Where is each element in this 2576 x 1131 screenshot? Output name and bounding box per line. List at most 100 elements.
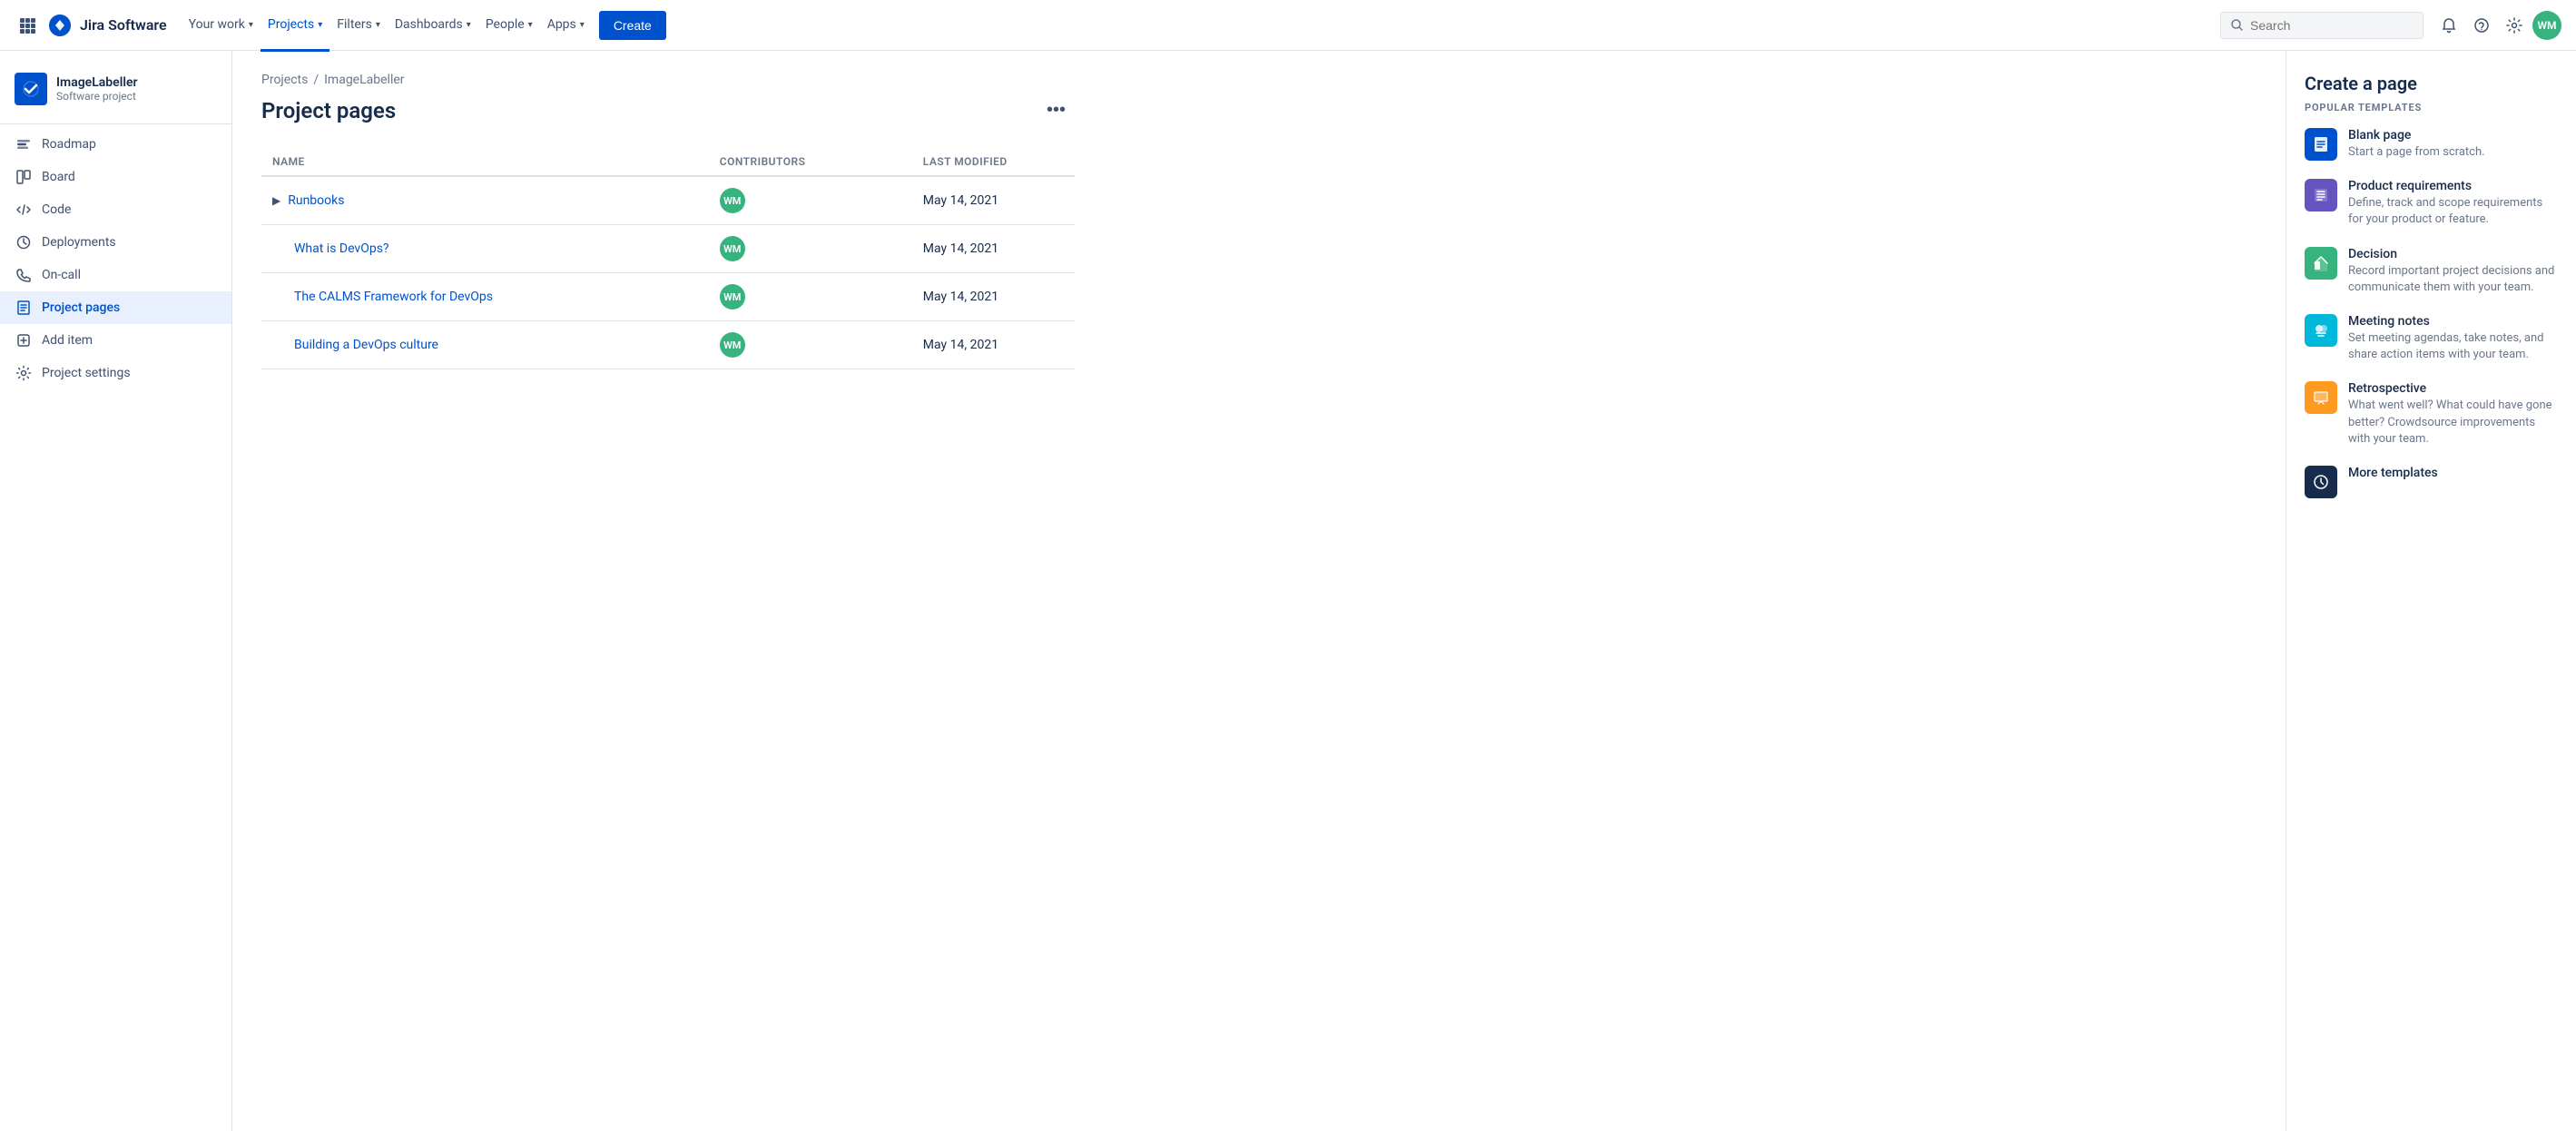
template-icon	[2305, 247, 2337, 280]
settings-icon	[15, 364, 33, 382]
deployments-icon	[15, 233, 33, 251]
roadmap-icon	[15, 135, 33, 153]
last-modified-cell: May 14, 2021	[912, 273, 1075, 321]
template-desc: Start a page from scratch.	[2348, 144, 2485, 161]
help-button[interactable]	[2467, 11, 2496, 40]
template-icon	[2305, 466, 2337, 498]
question-icon	[2473, 17, 2490, 34]
contributor-cell: WM	[709, 321, 912, 369]
panel-title: Create a page	[2305, 73, 2558, 94]
template-item-meeting-notes[interactable]: Meeting notes Set meeting agendas, take …	[2305, 314, 2558, 363]
logo[interactable]: Jira Software	[47, 13, 167, 38]
sidebar-item-roadmap[interactable]: Roadmap	[0, 128, 231, 161]
user-avatar[interactable]: WM	[2532, 11, 2561, 40]
template-icon	[2305, 314, 2337, 347]
top-navigation: Jira Software Your work▾Projects▾Filters…	[0, 0, 2576, 51]
template-name: Blank page	[2348, 128, 2485, 143]
sidebar-item-on-call[interactable]: On-call	[0, 259, 231, 291]
add-icon	[15, 331, 33, 349]
grid-icon[interactable]	[15, 13, 40, 38]
sidebar-project-info: ImageLabeller Software project	[0, 65, 231, 120]
sidebar-item-label: On-call	[42, 268, 81, 282]
topnav-item-your-work[interactable]: Your work▾	[182, 1, 261, 52]
notifications-button[interactable]	[2434, 11, 2463, 40]
code-icon	[15, 201, 33, 219]
sidebar-item-board[interactable]: Board	[0, 161, 231, 193]
search-icon	[2230, 18, 2245, 33]
contributor-cell: WM	[709, 225, 912, 273]
contributor-cell: WM	[709, 176, 912, 225]
search-input[interactable]	[2250, 18, 2414, 33]
templates-list: Blank page Start a page from scratch. Pr…	[2305, 128, 2558, 498]
expand-icon[interactable]: ▶	[272, 194, 280, 207]
template-item-blank-page[interactable]: Blank page Start a page from scratch.	[2305, 128, 2558, 161]
topnav-item-filters[interactable]: Filters▾	[329, 1, 388, 52]
last-modified-cell: May 14, 2021	[912, 176, 1075, 225]
breadcrumb-imagelabeller[interactable]: ImageLabeller	[324, 73, 404, 87]
pages-icon	[15, 299, 33, 317]
sidebar-item-project-pages[interactable]: Project pages	[0, 291, 231, 324]
table-row: What is DevOps? WM May 14, 2021	[261, 225, 1075, 273]
panel-subtitle: Popular Templates	[2305, 102, 2558, 113]
page-name-cell: Building a DevOps culture	[261, 321, 709, 369]
search-box[interactable]	[2220, 12, 2424, 39]
project-type: Software project	[56, 90, 138, 103]
more-options-button[interactable]: •••	[1037, 94, 1075, 126]
template-name: Product requirements	[2348, 179, 2558, 193]
topnav-item-projects[interactable]: Projects▾	[261, 1, 329, 52]
template-name: More templates	[2348, 466, 2438, 480]
template-desc: What went well? What could have gone bet…	[2348, 398, 2558, 447]
chevron-down-icon: ▾	[318, 20, 322, 30]
col-name: Name	[261, 148, 709, 176]
template-info: More templates	[2348, 466, 2438, 498]
template-item-more-templates[interactable]: More templates	[2305, 466, 2558, 498]
table-row: Building a DevOps culture WM May 14, 202…	[261, 321, 1075, 369]
right-panel: Create a page Popular Templates Blank pa…	[2286, 51, 2576, 1131]
topnav-actions: WM	[2434, 11, 2561, 40]
chevron-down-icon: ▾	[528, 20, 533, 30]
col-contributors: Contributors	[709, 148, 912, 176]
avatar: WM	[720, 236, 745, 261]
chevron-down-icon: ▾	[467, 20, 471, 30]
col-last-modified: Last modified	[912, 148, 1075, 176]
template-info: Decision Record important project decisi…	[2348, 247, 2558, 296]
topnav-item-apps[interactable]: Apps▾	[540, 1, 592, 52]
create-button[interactable]: Create	[599, 11, 666, 40]
breadcrumb-projects[interactable]: Projects	[261, 73, 308, 87]
sidebar-item-code[interactable]: Code	[0, 193, 231, 226]
page-name-cell: The CALMS Framework for DevOps	[261, 273, 709, 321]
breadcrumb: Projects / ImageLabeller	[261, 73, 1075, 87]
page-link[interactable]: Building a DevOps culture	[294, 338, 438, 352]
board-icon	[15, 168, 33, 186]
template-item-retrospective[interactable]: Retrospective What went well? What could…	[2305, 381, 2558, 447]
sidebar-item-project-settings[interactable]: Project settings	[0, 357, 231, 389]
template-desc: Define, track and scope requirements for…	[2348, 195, 2558, 228]
template-item-product-requirements[interactable]: Product requirements Define, track and s…	[2305, 179, 2558, 228]
settings-button[interactable]	[2500, 11, 2529, 40]
page-link[interactable]: The CALMS Framework for DevOps	[294, 290, 493, 304]
sidebar-item-label: Board	[42, 170, 75, 184]
last-modified-cell: May 14, 2021	[912, 321, 1075, 369]
topnav-item-dashboards[interactable]: Dashboards▾	[388, 1, 478, 52]
sidebar-item-label: Project pages	[42, 300, 120, 315]
sidebar-item-deployments[interactable]: Deployments	[0, 226, 231, 259]
page-name-cell: What is DevOps?	[261, 225, 709, 273]
chevron-down-icon: ▾	[249, 20, 253, 30]
topnav-item-people[interactable]: People▾	[478, 1, 540, 52]
sidebar-divider	[0, 123, 231, 124]
page-link[interactable]: What is DevOps?	[294, 241, 389, 256]
main-layout: ImageLabeller Software project Roadmap B…	[0, 51, 2576, 1131]
sidebar-item-add-item[interactable]: Add item	[0, 324, 231, 357]
logo-text: Jira Software	[80, 16, 167, 34]
page-link[interactable]: Runbooks	[288, 193, 344, 208]
sidebar-item-label: Roadmap	[42, 137, 96, 152]
sidebar-nav: Roadmap Board Code Deployments On-call P…	[0, 128, 231, 389]
avatar: WM	[720, 188, 745, 213]
template-info: Meeting notes Set meeting agendas, take …	[2348, 314, 2558, 363]
chevron-down-icon: ▾	[580, 20, 585, 30]
template-item-decision[interactable]: Decision Record important project decisi…	[2305, 247, 2558, 296]
template-icon	[2305, 381, 2337, 414]
template-info: Retrospective What went well? What could…	[2348, 381, 2558, 447]
contributor-cell: WM	[709, 273, 912, 321]
sidebar-item-label: Code	[42, 202, 71, 217]
